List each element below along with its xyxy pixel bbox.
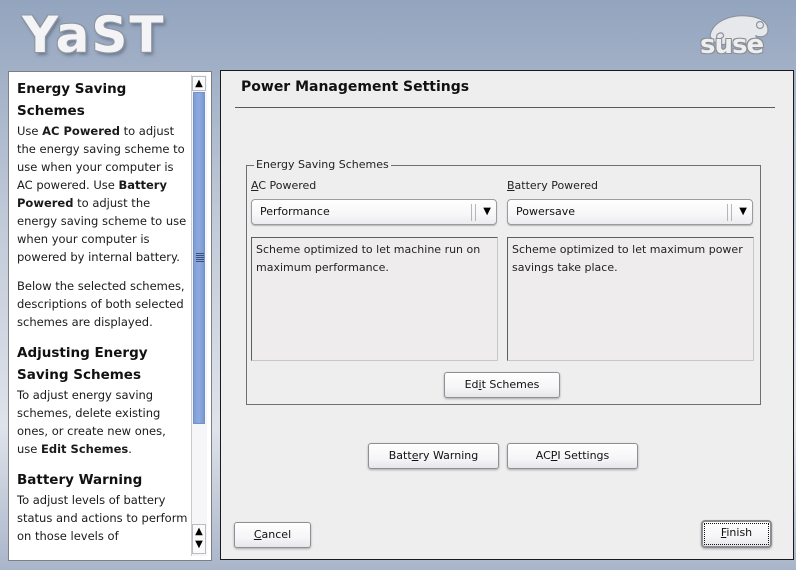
help-paragraph: To adjust levels of battery status and a… (17, 493, 188, 543)
help-text: Energy Saving Schemes Use AC Powered to a… (17, 78, 189, 556)
battery-scheme-value: Powersave (516, 205, 576, 218)
label-text: AC (535, 449, 551, 462)
battery-warning-button[interactable]: Battery Warning (368, 443, 499, 469)
combo-separator (471, 204, 476, 221)
label-text: ancel (261, 528, 292, 541)
finish-button[interactable]: Finish (701, 520, 772, 548)
suse-logo: suse (700, 30, 764, 60)
help-scrollbar[interactable]: ▲ ▲ ▼ (191, 75, 207, 556)
focus-indicator: Finish (704, 523, 769, 545)
yast-logo: YaST (22, 6, 166, 64)
dropdown-arrow-icon[interactable]: ▼ (739, 205, 747, 219)
ac-scheme-combobox[interactable]: Performance ▼ (251, 199, 497, 225)
mnemonic: C (253, 528, 262, 541)
acpi-settings-button[interactable]: ACPI Settings (507, 443, 638, 469)
scroll-up-button[interactable]: ▲ (192, 76, 206, 91)
battery-scheme-description: Scheme optimized to let maximum power sa… (507, 237, 754, 361)
help-paragraph: Use AC Powered to adjust the energy savi… (17, 124, 187, 264)
label-text: C Powered (258, 179, 317, 192)
title-divider (235, 107, 775, 108)
arrow-down-icon[interactable]: ▼ (193, 538, 205, 551)
arrow-up-icon[interactable]: ▲ (193, 525, 205, 538)
help-heading: Energy Saving Schemes (17, 81, 127, 119)
edit-schemes-button[interactable]: Edit Schemes (444, 372, 560, 398)
help-paragraph: To adjust energy saving schemes, delete … (17, 388, 166, 456)
scrollbar-thumb[interactable] (193, 92, 205, 424)
combo-separator (727, 204, 732, 221)
help-emphasis: Battery Powered (17, 178, 167, 210)
ac-scheme-value: Performance (260, 205, 330, 218)
help-emphasis: AC Powered (42, 124, 120, 138)
page-title: Power Management Settings (241, 79, 470, 95)
energy-schemes-frame: Energy Saving Schemes AC Powered Perform… (246, 158, 761, 405)
dropdown-arrow-icon[interactable]: ▼ (483, 205, 491, 219)
label-text: Batt (388, 449, 412, 462)
help-paragraph: Below the selected schemes, descriptions… (17, 279, 185, 329)
header-banner: YaST suse (0, 0, 796, 68)
cancel-button[interactable]: Cancel (234, 522, 311, 548)
arrow-up-icon: ▲ (195, 78, 203, 89)
frame-label: Energy Saving Schemes (254, 158, 391, 171)
help-heading: Battery Warning (17, 472, 143, 488)
grip-icon (196, 253, 204, 262)
mnemonic: B (507, 179, 515, 192)
ac-scheme-description: Scheme optimized to let machine run on m… (251, 237, 498, 361)
ac-powered-label: AC Powered (251, 179, 316, 192)
battery-scheme-combobox[interactable]: Powersave ▼ (507, 199, 753, 225)
label-text: attery Powered (514, 179, 598, 192)
help-panel: Energy Saving Schemes Use AC Powered to a… (8, 71, 212, 561)
label-text: I Settings (557, 449, 610, 462)
label-text: ry Warning (418, 449, 479, 462)
label-text: inish (726, 526, 753, 539)
help-emphasis: Edit Schemes (41, 442, 129, 456)
label-text: t Schemes (481, 378, 540, 391)
scroll-updown-buttons[interactable]: ▲ ▼ (192, 524, 206, 554)
battery-powered-label: Battery Powered (507, 179, 598, 192)
help-heading: Adjusting Energy Saving Schemes (17, 345, 148, 383)
label-text: Ed (464, 378, 479, 391)
main-panel: Power Management Settings Energy Saving … (220, 70, 794, 560)
